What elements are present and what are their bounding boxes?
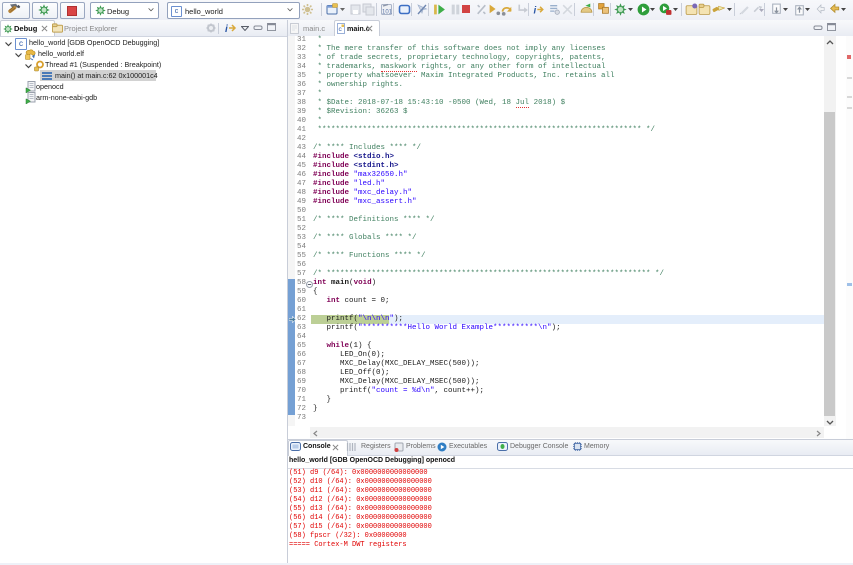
svg-text:i: i <box>534 5 537 16</box>
svg-text:101: 101 <box>382 10 393 16</box>
svg-text:i: i <box>225 24 228 34</box>
